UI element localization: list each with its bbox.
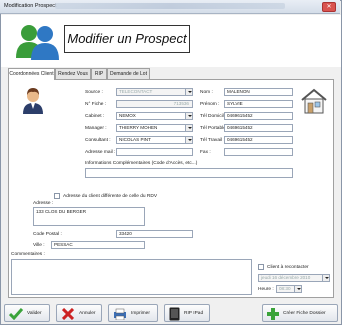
chevron-down-icon xyxy=(185,113,192,119)
tel-portable-field[interactable]: 0469615452 xyxy=(224,124,293,132)
nom-label: Nom : xyxy=(200,90,213,95)
rip-ipad-label: RIP IPad xyxy=(184,311,204,316)
close-button[interactable]: ✕ xyxy=(322,2,336,12)
ville-label: Ville : xyxy=(33,243,45,248)
email-label: Adresse mail : xyxy=(85,150,116,155)
users-icon xyxy=(16,25,59,60)
adresse-field[interactable]: 133 CLOS DU BERGER xyxy=(33,207,145,226)
nom-field[interactable]: MALENON xyxy=(224,88,293,96)
creer-fiche-label: Créer Fiche Dossier xyxy=(283,311,326,316)
fiche-field[interactable]: 713536 xyxy=(116,100,193,108)
page-title: Modifier un Prospect xyxy=(64,25,190,53)
source-value: TELECONTACT xyxy=(119,89,153,94)
date-value: jeudi 16 décembre 2010 xyxy=(261,275,311,280)
annuler-label: Annuler xyxy=(79,311,96,316)
house-icon xyxy=(301,88,327,114)
email-field[interactable] xyxy=(116,148,193,156)
tel-domicile-field[interactable]: 0469615452 xyxy=(224,112,293,120)
tel-travail-field[interactable]: 0469615452 xyxy=(224,136,293,144)
fax-field[interactable] xyxy=(224,148,293,156)
commentaires-label: Commentaires : xyxy=(11,252,45,257)
code-postal-field[interactable]: 33420 xyxy=(116,230,193,238)
consultant-value: NICOLAS PINT xyxy=(119,137,151,142)
heure-field[interactable]: 08:30 xyxy=(276,285,302,293)
chevron-down-icon xyxy=(185,137,192,143)
tab-demande-de-lot[interactable]: Demande de Lot xyxy=(107,68,150,79)
adresse-label: Adresse : xyxy=(33,201,54,206)
consultant-label: Consultant : xyxy=(85,138,111,143)
plus-icon xyxy=(267,308,279,320)
rdv-address-checkbox[interactable] xyxy=(54,193,60,199)
info-label: Informations Complémentaires (Code d'Acc… xyxy=(85,161,198,166)
tab-rendez-vous[interactable]: Rendez Vous xyxy=(55,68,91,79)
window-title: Modification Prospect xyxy=(4,3,57,9)
recontacter-label: Client à recontacter xyxy=(267,265,309,270)
date-picker[interactable]: jeudi 16 décembre 2010 xyxy=(258,274,330,282)
chevron-down-icon xyxy=(185,89,192,95)
cabinet-label: Cabinet : xyxy=(85,114,105,119)
tel-travail-label: Tél Travail : xyxy=(200,138,225,143)
manager-label: Manager : xyxy=(85,126,107,131)
code-postal-label: Code Postal : xyxy=(33,232,62,237)
cross-icon xyxy=(62,308,74,320)
tab-coordonnees-client[interactable]: Coordonnées Client xyxy=(8,68,55,80)
printer-icon xyxy=(114,308,126,320)
consultant-select[interactable]: NICOLAS PINT xyxy=(116,136,193,144)
rip-ipad-button[interactable]: RIP IPad xyxy=(164,304,210,322)
annuler-button[interactable]: Annuler xyxy=(56,304,102,322)
creer-fiche-button[interactable]: Créer Fiche Dossier xyxy=(262,304,338,322)
cabinet-value: NEMOX xyxy=(119,113,136,118)
imprimer-label: Imprimer xyxy=(131,311,150,316)
check-icon xyxy=(9,308,23,320)
valider-button[interactable]: Valider xyxy=(4,304,50,322)
cabinet-select[interactable]: NEMOX xyxy=(116,112,193,120)
window-title-redacted xyxy=(55,3,285,9)
recontacter-checkbox[interactable] xyxy=(258,264,264,270)
heure-label: Heure : xyxy=(258,287,274,292)
ville-field[interactable]: PESSAC xyxy=(51,241,145,249)
chevron-down-icon xyxy=(322,275,329,281)
person-icon xyxy=(23,88,43,114)
manager-select[interactable]: THIERRY MOHEN xyxy=(116,124,193,132)
rdv-address-label: Adresse du client différente de celle du… xyxy=(63,194,158,199)
tab-rip[interactable]: RIP xyxy=(91,68,107,79)
source-label: Source : xyxy=(85,90,103,95)
spinner-icon xyxy=(294,286,301,292)
source-select[interactable]: TELECONTACT xyxy=(116,88,193,96)
commentaires-field[interactable] xyxy=(11,259,252,295)
prenom-label: Prénom : xyxy=(200,102,220,107)
imprimer-button[interactable]: Imprimer xyxy=(108,304,158,322)
ipad-icon xyxy=(169,307,180,321)
info-field[interactable] xyxy=(85,168,293,178)
manager-value: THIERRY MOHEN xyxy=(119,125,158,130)
prenom-field[interactable]: SYLVIE xyxy=(224,100,293,108)
fiche-label: N° Fiche : xyxy=(85,102,107,107)
valider-label: Valider xyxy=(27,311,42,316)
chevron-down-icon xyxy=(185,125,192,131)
fax-label: Fax : xyxy=(200,150,211,155)
heure-value: 08:30 xyxy=(279,286,291,291)
